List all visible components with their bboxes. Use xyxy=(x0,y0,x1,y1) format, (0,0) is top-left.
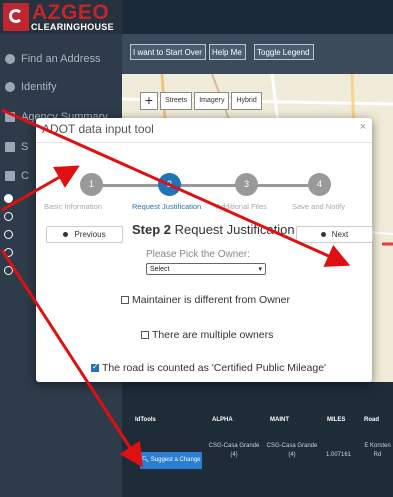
chevron-down-icon: ▾ xyxy=(258,266,262,273)
table-cell-alpha: CSG-Casa Grande (4) xyxy=(208,443,260,458)
tab-hybrid[interactable]: Hybrid xyxy=(231,92,262,110)
multiple-owners-checkbox[interactable] xyxy=(141,331,149,339)
layer-radio[interactable] xyxy=(4,266,13,275)
logo: AZGEO CLEARINGHOUSE xyxy=(0,0,122,34)
tab-streets[interactable]: Streets xyxy=(160,92,193,110)
info-icon xyxy=(5,82,15,92)
step-4-circle[interactable]: 4 xyxy=(308,173,331,196)
zoom-in-button[interactable]: + xyxy=(140,92,158,110)
report-icon xyxy=(5,112,15,122)
owner-select[interactable]: Select ▾ xyxy=(146,263,266,275)
table-header-road: Road xyxy=(364,417,379,423)
suggest-change-button[interactable]: 🔍︎ Suggest a Change xyxy=(140,452,202,469)
multiple-owners-checkbox-row[interactable]: There are multiple owners xyxy=(141,329,273,341)
maintainer-checkbox[interactable] xyxy=(121,296,129,304)
start-over-label: I want to Start Over xyxy=(133,48,202,57)
table-cell-id: 0 xyxy=(135,450,139,456)
certified-checkbox-row[interactable]: The road is counted as 'Certified Public… xyxy=(91,362,326,374)
copy-icon xyxy=(5,142,15,152)
step-2-circle[interactable]: 2 xyxy=(158,173,181,196)
help-me-label: Help Me xyxy=(212,48,242,57)
table-cell-road: E Korsten Rd xyxy=(364,443,391,458)
adot-input-modal: ADOT data input tool × 1 2 3 4 Basic Inf… xyxy=(36,118,373,382)
step-3-label: Additional Files xyxy=(216,202,267,211)
map-controls: + Streets Imagery Hybrid xyxy=(140,92,262,110)
step-1-label: Basic Information xyxy=(44,202,102,211)
layer-radio[interactable] xyxy=(4,212,13,221)
layer-radio[interactable] xyxy=(4,194,13,203)
table-header-miles: MILES xyxy=(327,417,346,423)
sidebar-item-label: C xyxy=(21,170,29,182)
layer-radio[interactable] xyxy=(4,248,13,257)
suggest-change-label: Suggest a Change xyxy=(150,457,201,463)
certified-label: The road is counted as 'Certified Public… xyxy=(102,362,327,374)
table-cell-miles: 1.007161 xyxy=(326,452,352,458)
sidebar-item-label: Find an Address xyxy=(21,53,101,65)
app-window: AZGEO CLEARINGHOUSE Find an Address Iden… xyxy=(0,0,393,497)
step-2-label: Request Justification xyxy=(132,202,202,211)
sidebar-item-identify[interactable]: Identify xyxy=(0,76,122,98)
start-over-button[interactable]: I want to Start Over xyxy=(130,44,206,60)
attribute-table xyxy=(122,382,393,497)
table-header-maint: MAINT xyxy=(270,417,289,423)
next-button[interactable]: Next xyxy=(296,226,373,243)
step-title-number: Step 2 xyxy=(132,222,172,237)
step-3-circle[interactable]: 3 xyxy=(235,173,258,196)
previous-button[interactable]: Previous xyxy=(46,226,123,243)
table-header-idtools: IdTools xyxy=(135,417,156,423)
table-cell-maint: CSG-Casa Grande (4) xyxy=(266,443,318,458)
maintainer-checkbox-row[interactable]: Maintainer is different from Owner xyxy=(121,294,290,306)
search-icon: 🔍︎ xyxy=(141,457,151,463)
sidebar-item-find-address[interactable]: Find an Address xyxy=(0,48,122,70)
owner-select-value: Select xyxy=(150,266,170,273)
tab-imagery[interactable]: Imagery xyxy=(194,92,230,110)
sidebar-item-label: Identify xyxy=(21,81,57,93)
map-pin-icon xyxy=(5,54,15,64)
previous-label: Previous xyxy=(74,230,106,239)
certified-checkbox[interactable] xyxy=(91,362,99,372)
previous-icon xyxy=(63,232,69,238)
step-title: Step 2 Request Justification xyxy=(132,222,295,237)
multiple-owners-label: There are multiple owners xyxy=(152,329,274,341)
layer-radio[interactable] xyxy=(4,230,13,239)
logo-mark-icon xyxy=(3,3,29,31)
step-4-label: Save and Notify xyxy=(292,202,345,211)
modal-header: ADOT data input tool × xyxy=(36,118,372,143)
next-label: Next xyxy=(331,230,349,239)
wizard-progress-line xyxy=(91,184,321,187)
toggle-legend-label: Toggle Legend xyxy=(257,48,310,57)
toggle-legend-button[interactable]: Toggle Legend xyxy=(254,44,314,60)
modal-title: ADOT data input tool xyxy=(42,122,154,136)
close-icon[interactable]: × xyxy=(360,121,366,133)
box-icon xyxy=(5,171,15,181)
sidebar-item-label: S xyxy=(21,141,29,153)
next-icon xyxy=(320,232,326,238)
maintainer-label: Maintainer is different from Owner xyxy=(132,294,290,306)
help-me-button[interactable]: Help Me xyxy=(209,44,246,60)
map-toolbar: I want to Start Over Help Me Toggle Lege… xyxy=(122,34,393,74)
owner-label: Please Pick the Owner: xyxy=(146,249,250,260)
table-header-alpha: ALPHA xyxy=(212,417,233,423)
step-1-circle[interactable]: 1 xyxy=(80,173,103,196)
step-title-text: Request Justification xyxy=(171,222,295,237)
logo-subtitle: CLEARINGHOUSE xyxy=(31,22,114,32)
